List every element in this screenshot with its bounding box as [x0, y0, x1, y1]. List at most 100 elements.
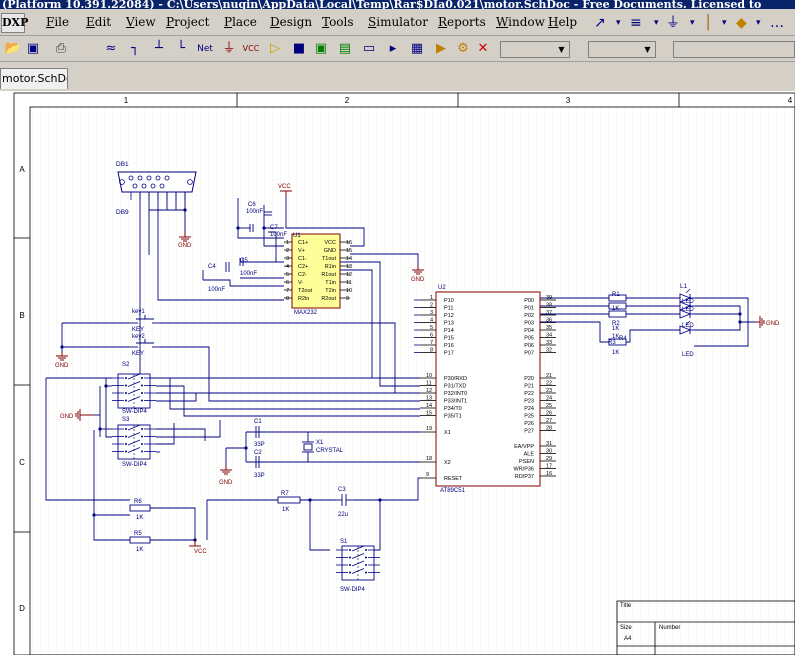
dip-contact	[125, 435, 127, 438]
led-label: LED	[682, 352, 694, 358]
dropdown-arrow-icon[interactable]: ▾	[616, 14, 621, 32]
document-tab-bar: motor.SchDoc	[0, 63, 795, 91]
menu-tools[interactable]: Tools	[322, 15, 354, 29]
gnd-label: GND	[766, 321, 780, 327]
dip-switch-s3[interactable]	[112, 424, 156, 460]
print-icon[interactable]: ⎙	[52, 40, 70, 58]
net-label-text-icon[interactable]: Net	[194, 40, 216, 58]
menu-simulator[interactable]: Simulator	[368, 15, 428, 29]
vcc-port-icon[interactable]: VCC	[242, 40, 260, 58]
u2-pin-name: ALE	[524, 452, 535, 458]
u1-pin-number: 6	[286, 280, 289, 286]
device-sheet-icon[interactable]: ▤	[336, 40, 354, 58]
col-label: 3	[566, 96, 571, 105]
gnd-port-icon[interactable]: ⏚	[220, 40, 238, 58]
schematic-canvas[interactable]: 1 2 3 4 A B C D Title Size A4 Number DB1…	[0, 91, 795, 655]
wire-icon[interactable]: ≈	[102, 40, 120, 58]
open-folder-icon[interactable]: 📂	[4, 40, 22, 58]
directive-icon[interactable]: ▶	[432, 40, 450, 58]
dip-switch-s1[interactable]	[336, 545, 380, 581]
u2-pin-number: 13	[426, 396, 432, 402]
u2-pin-number: 38	[546, 303, 552, 309]
zoom-combo[interactable]: ▼	[588, 41, 656, 58]
resistor-r7[interactable]	[277, 496, 301, 504]
menu-edit[interactable]: Edit	[86, 15, 111, 29]
dxp-menu-button[interactable]: DXP	[1, 13, 28, 33]
menu-project[interactable]: Project	[166, 15, 209, 29]
dip-s1-value: SW-DIP4	[340, 587, 366, 593]
save-icon[interactable]: ▣	[24, 40, 42, 58]
bus-entry-icon[interactable]: ┴	[150, 40, 168, 58]
dip-contact	[349, 571, 351, 574]
port-icon[interactable]: ▸	[384, 40, 402, 58]
cap-c1-value: 33P	[254, 442, 265, 448]
dip-switch-s2[interactable]	[112, 373, 156, 409]
dropdown-arrow-icon[interactable]: ▾	[654, 14, 659, 32]
resistor-r6-value: 1K	[136, 515, 143, 521]
u2-pin-number: 3	[430, 310, 433, 316]
part-tool-icon[interactable]: │	[704, 14, 712, 32]
wiring-tool-icon[interactable]: ↗	[594, 14, 606, 32]
u2-pin-number: 32	[546, 348, 552, 354]
row-label: A	[19, 165, 25, 174]
menu-view[interactable]: View	[126, 15, 156, 29]
place-part-icon[interactable]: ▷	[266, 40, 284, 58]
menu-window[interactable]: Window	[496, 15, 545, 29]
u1-pin-number: 15	[346, 248, 352, 254]
u2-pin-number: 10	[426, 373, 432, 379]
cap-c6-value: 100nF	[246, 209, 263, 215]
u2-pin-number: 24	[546, 396, 552, 402]
cap-c2-value: 33P	[254, 473, 265, 479]
menu-design[interactable]: Design	[270, 15, 312, 29]
bus-icon[interactable]: ┐	[126, 40, 144, 58]
sheet-entry-icon[interactable]: ▣	[312, 40, 330, 58]
col-label: 4	[788, 96, 793, 105]
search-combo[interactable]	[673, 41, 795, 58]
cap-c2-ref: C2	[254, 450, 262, 456]
u1-pin-number: 2	[286, 248, 289, 254]
no-erc-icon[interactable]: ✕	[474, 40, 492, 58]
dip-s1-ref: S1	[340, 539, 348, 545]
resistor-r6[interactable]	[129, 504, 151, 512]
tab-motor-schdoc[interactable]: motor.SchDoc	[0, 68, 68, 89]
u1-pin-number: 12	[346, 272, 352, 278]
dropdown-arrow-icon[interactable]: ▾	[756, 14, 761, 32]
signal-harness-icon[interactable]: ▦	[408, 40, 426, 58]
chevron-down-icon: ▼	[644, 45, 651, 54]
cap-c6-ref: C6	[248, 202, 256, 208]
dropdown-arrow-icon[interactable]: ▾	[722, 14, 727, 32]
resistor-r5[interactable]	[129, 536, 151, 544]
compile-icon[interactable]: ⚙	[454, 40, 472, 58]
menu-file[interactable]: File	[46, 15, 69, 29]
u1-pin-number: 8	[286, 296, 289, 302]
more-tools-icon[interactable]: …	[770, 14, 784, 32]
title-block-size-label: Size	[620, 625, 632, 631]
u1-pin-number: 9	[346, 296, 349, 302]
menu-help[interactable]: Help	[548, 15, 577, 29]
u2-pin-name: P17	[444, 351, 454, 357]
u2-pin-name: X1	[444, 430, 451, 436]
menu-place[interactable]: Place	[224, 15, 257, 29]
u2-pin-name: P02	[524, 313, 534, 319]
port-tool-icon[interactable]: ◆	[736, 14, 747, 32]
u2-pin-name: P27	[524, 429, 534, 435]
harness-icon[interactable]: ▭	[360, 40, 378, 58]
u1-pin-name: GND	[324, 248, 336, 254]
row-label: B	[19, 311, 24, 320]
net-label-icon[interactable]: └	[172, 40, 190, 58]
dropdown-arrow-icon[interactable]: ▾	[690, 14, 695, 32]
menu-reports[interactable]: Reports	[438, 15, 486, 29]
dip-s3-value: SW-DIP4	[122, 462, 148, 468]
u2-pin-name: P14	[444, 328, 454, 334]
schematic-sheet[interactable]: 1 2 3 4 A B C D Title Size A4 Number DB1…	[0, 91, 795, 655]
ground-power-icon[interactable]: ⏚	[666, 14, 680, 32]
u2-pin-number: 22	[546, 381, 552, 387]
bus-tool-icon[interactable]: ≡	[630, 14, 642, 32]
filter-combo[interactable]: ▼	[500, 41, 570, 58]
sheet-symbol-icon[interactable]: ■	[290, 40, 308, 58]
u2-pin-name: P35/T1	[444, 414, 462, 420]
u1-pin-name: T1in	[325, 280, 336, 286]
u2-pin-number: 31	[546, 441, 552, 447]
u2-pin-name: P21	[524, 384, 534, 390]
led-label: LED	[682, 307, 694, 313]
